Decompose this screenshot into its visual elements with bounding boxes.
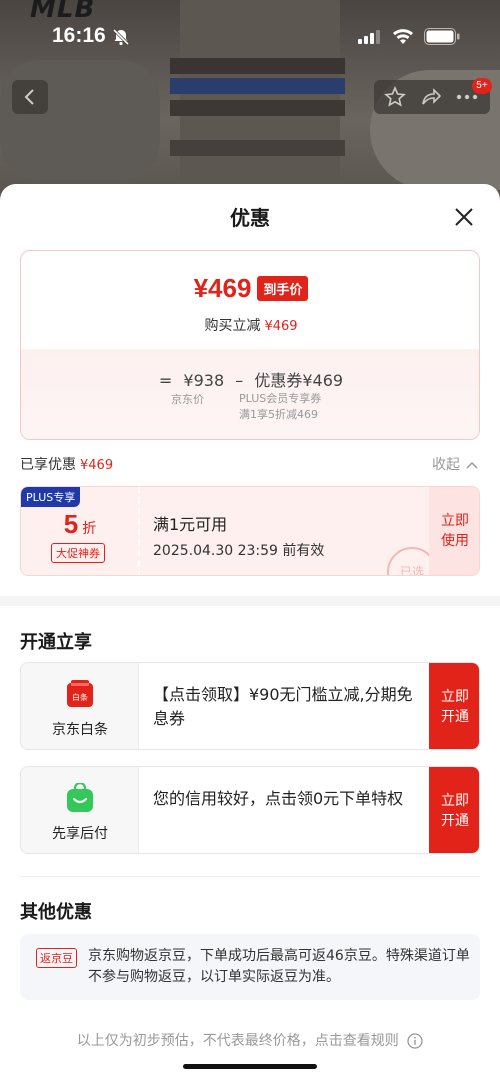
price-summary-card: ¥469 到手价 购买立减 ¥469 = ¥938 – 优惠券¥469 京东价 PL…	[20, 250, 480, 440]
status-bar: 16:16	[0, 22, 500, 52]
final-price-row: ¥469 到手价	[21, 273, 479, 304]
formula-coupon-label-line1: PLUS会员专享券	[239, 392, 322, 405]
notification-badge: 5+	[472, 78, 492, 94]
baitiao-card[interactable]: 白条 京东白条 【点击领取】¥90无门槛立减,分期免息券 立即 开通	[20, 662, 480, 750]
pay-later-open-button[interactable]: 立即 开通	[429, 767, 479, 853]
back-button[interactable]	[12, 80, 48, 114]
formula-equals: =	[158, 371, 173, 390]
star-icon[interactable]	[384, 86, 406, 108]
jd-baitiao-icon: 白条	[67, 680, 93, 707]
discount-sheet: 优惠 ¥469 到手价 购买立减 ¥469 = ¥938 – 优惠券¥469 京东价…	[0, 184, 500, 1083]
final-price-tag: 到手价	[257, 276, 309, 301]
wifi-icon	[393, 29, 413, 44]
baitiao-icon-text: 白条	[72, 692, 88, 702]
open-btn-line2: 开通	[441, 709, 469, 725]
coupon-perforation	[138, 487, 140, 575]
open-btn-line1: 立即	[441, 689, 469, 705]
chevron-left-icon	[24, 89, 34, 105]
bell-mute-icon	[112, 28, 130, 46]
chevron-up-icon	[466, 461, 478, 469]
jd-bean-tag: 返京豆	[36, 948, 77, 968]
coupon-discount: 5折	[21, 509, 139, 540]
divider-line	[20, 876, 480, 877]
formula-coupon-label: PLUS会员专享券 满1享5折减469	[239, 391, 321, 423]
open-btn-line2: 开通	[441, 813, 469, 829]
rules-footer[interactable]: 以上仅为初步预估，不代表最终价格，点击查看规则	[0, 1030, 500, 1050]
open-btn-line1: 立即	[441, 793, 469, 809]
coupon-discount-value: 5	[63, 509, 79, 539]
shopping-bag-icon	[67, 783, 93, 812]
section-divider	[0, 596, 500, 606]
baitiao-label: 京东白条	[52, 722, 108, 738]
formula-jd-price-label: 京东价	[171, 393, 204, 406]
instant-reduction-amount: ¥469	[264, 319, 298, 334]
close-icon[interactable]	[451, 204, 477, 230]
sheet-title: 优惠	[230, 206, 270, 230]
signal-icon	[358, 30, 380, 44]
pay-later-icon-col: 先享后付	[21, 767, 139, 853]
pay-later-desc: 您的信用较好，点击领0元下单特权	[153, 789, 404, 808]
formula-coupon-value: 优惠券¥469	[254, 371, 344, 390]
plus-exclusive-tag: PLUS专享	[21, 487, 81, 507]
instant-reduction: 购买立减 ¥469	[21, 315, 479, 335]
formula-jd-price: ¥938	[183, 371, 225, 390]
instant-reduction-label: 购买立减	[204, 318, 261, 334]
price-formula: = ¥938 – 优惠券¥469	[21, 367, 479, 391]
background-stripe	[170, 100, 345, 116]
coupon-condition: 满1元可用	[153, 515, 228, 534]
background-stripe	[170, 78, 345, 94]
formula-minus: –	[235, 371, 244, 390]
share-icon[interactable]	[420, 86, 442, 108]
enjoyed-label: 已享优惠	[20, 457, 76, 473]
brand-logo: MLB	[30, 0, 96, 24]
use-now-button[interactable]: 立即 使用	[429, 487, 479, 575]
more-icon[interactable]	[456, 94, 478, 100]
collapse-toggle[interactable]: 收起	[432, 454, 478, 474]
use-now-line1: 立即	[441, 513, 469, 529]
coupon-discount-unit: 折	[82, 521, 97, 537]
promo-tag: 大促神券	[51, 543, 105, 563]
other-section-title: 其他优惠	[20, 902, 92, 923]
background-stripe	[170, 58, 345, 74]
battery-icon	[424, 28, 460, 45]
baitiao-icon-col: 白条 京东白条	[21, 663, 139, 749]
coupon-left: PLUS专享 5折 大促神券	[21, 487, 139, 575]
background-stripe	[170, 140, 345, 156]
footer-text: 以上仅为初步预估，不代表最终价格，点击查看规则	[76, 1033, 399, 1049]
home-indicator	[183, 1064, 317, 1069]
final-price: ¥469	[193, 273, 252, 303]
enjoyed-amount: ¥469	[80, 458, 114, 473]
background-knit-shape	[0, 60, 160, 180]
info-icon	[407, 1033, 423, 1049]
jd-bean-card: 返京豆 京东购物返京豆，下单成功后最高可返46京豆。特殊渠道订单不参与购物返豆，…	[20, 934, 480, 1000]
formula-coupon-label-line2: 满1享5折减469	[239, 408, 318, 421]
plus-coupon[interactable]: PLUS专享 5折 大促神券 满1元可用 2025.04.30 23:59 前有…	[20, 486, 480, 576]
pay-later-label: 先享后付	[52, 826, 108, 842]
collapse-label: 收起	[432, 457, 460, 473]
pay-later-card[interactable]: 先享后付 您的信用较好，点击领0元下单特权 立即 开通	[20, 766, 480, 854]
status-time: 16:16	[52, 24, 106, 47]
baitiao-open-button[interactable]: 立即 开通	[429, 663, 479, 749]
baitiao-desc: 【点击领取】¥90无门槛立减,分期免息券	[153, 685, 413, 728]
jd-bean-text: 京东购物返京豆，下单成功后最高可返46京豆。特殊渠道订单不参与购物返豆，以订单实…	[88, 948, 470, 985]
enjoyed-discount: 已享优惠 ¥469	[20, 454, 113, 474]
use-now-line2: 使用	[441, 533, 469, 549]
open-section-title: 开通立享	[20, 632, 92, 653]
coupon-expiry: 2025.04.30 23:59 前有效	[153, 543, 325, 559]
